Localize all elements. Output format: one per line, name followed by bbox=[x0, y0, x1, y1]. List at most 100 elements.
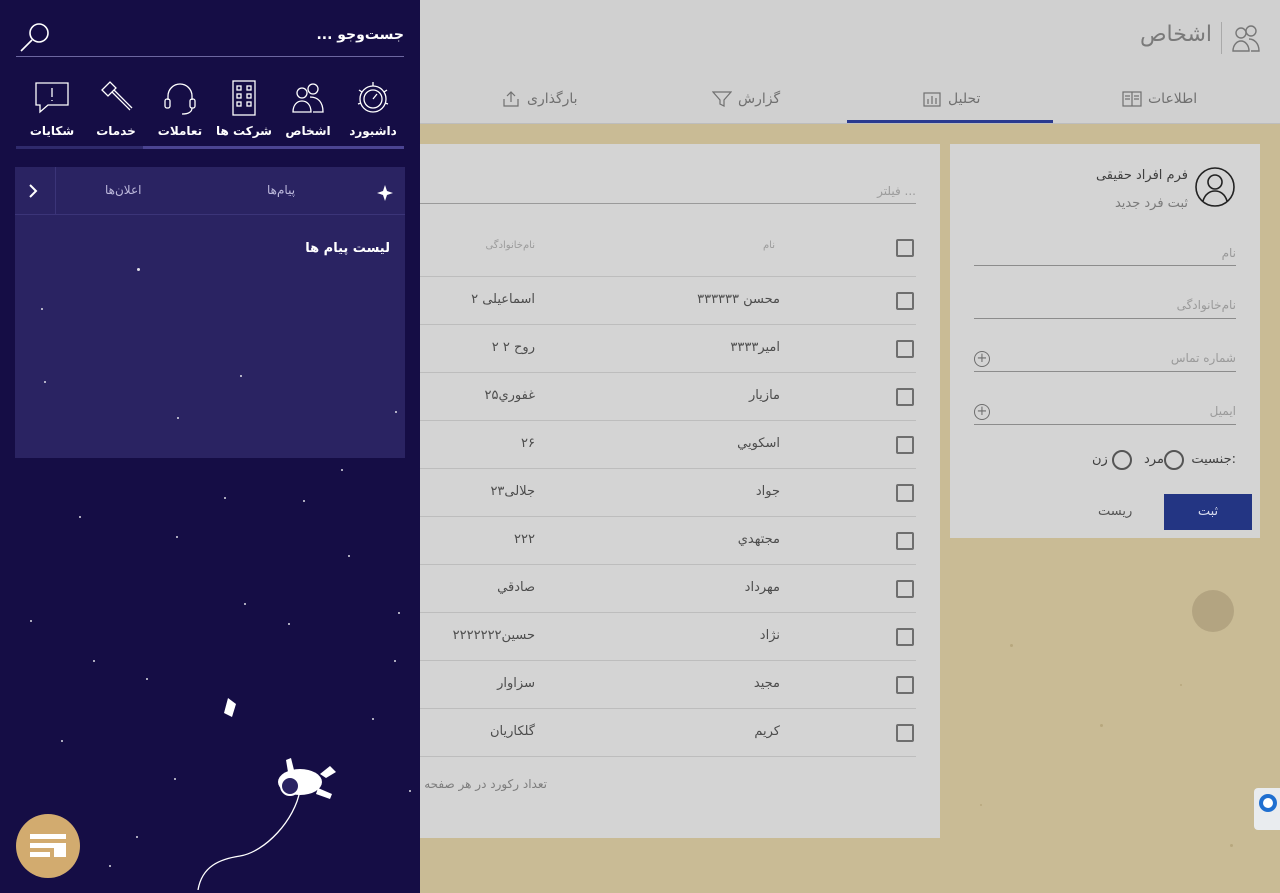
rows-per-page-label: تعداد رکورد در هر صفحه bbox=[424, 777, 547, 791]
star bbox=[394, 660, 396, 662]
phone-field[interactable]: شماره تماس bbox=[1171, 351, 1236, 365]
star bbox=[177, 417, 179, 419]
row-checkbox[interactable] bbox=[896, 436, 914, 454]
row-checkbox[interactable] bbox=[896, 388, 914, 406]
row-divider bbox=[420, 564, 916, 565]
decor-circle bbox=[1192, 590, 1234, 632]
add-phone-icon[interactable]: + bbox=[974, 351, 990, 367]
first-name-field[interactable]: نام bbox=[1222, 246, 1236, 260]
phone-underline bbox=[974, 371, 1236, 372]
star bbox=[240, 375, 242, 377]
cell-last-name: اسماعیلی ۲ bbox=[471, 292, 535, 307]
menu-nav-highlight bbox=[143, 146, 404, 149]
tab-report-label: گزارش bbox=[738, 91, 781, 107]
submit-button[interactable]: ثبت bbox=[1164, 494, 1252, 530]
column-header-first-name[interactable]: نام bbox=[763, 240, 775, 251]
star bbox=[109, 865, 111, 867]
form-title: فرم افراد حقیقی bbox=[1095, 168, 1188, 183]
star bbox=[176, 536, 178, 538]
teamviewer-icon[interactable] bbox=[1254, 788, 1280, 830]
add-email-icon[interactable]: + bbox=[974, 404, 990, 420]
form-subtitle: ثبت فرد جدید bbox=[1114, 196, 1188, 211]
menu-item-interactions-label: تعاملات bbox=[157, 124, 203, 138]
menu-item-services[interactable]: خدمات bbox=[85, 78, 147, 138]
column-header-last-name[interactable]: نام‌خانوادگی bbox=[485, 240, 535, 251]
row-checkbox[interactable] bbox=[896, 484, 914, 502]
row-divider bbox=[420, 324, 916, 325]
row-divider bbox=[420, 612, 916, 613]
menu-item-complaints[interactable]: شکایات bbox=[21, 78, 83, 138]
filter-input[interactable]: فیلتر ... bbox=[877, 184, 916, 198]
row-checkbox[interactable] bbox=[896, 676, 914, 694]
filter-underline bbox=[420, 203, 916, 204]
row-checkbox[interactable] bbox=[896, 724, 914, 742]
menu-item-companies[interactable]: شرکت ها bbox=[213, 78, 275, 138]
tab-report[interactable]: گزارش bbox=[712, 90, 780, 108]
active-tab-indicator bbox=[847, 120, 1053, 123]
star bbox=[244, 603, 246, 605]
tab-announcements[interactable]: اعلان‌ها bbox=[105, 183, 141, 197]
star bbox=[79, 516, 81, 518]
tab-analysis-label: تحلیل bbox=[948, 91, 981, 107]
row-checkbox[interactable] bbox=[896, 532, 914, 550]
menu-item-dashboard[interactable]: داشبورد bbox=[342, 78, 404, 138]
decor-speckle bbox=[980, 804, 982, 806]
gender-female-label: زن bbox=[1092, 452, 1108, 467]
gender-male-radio[interactable] bbox=[1164, 450, 1184, 470]
cell-last-name: حسین۲۲۲۲۲۲۲ bbox=[452, 628, 535, 643]
app-logo[interactable] bbox=[16, 814, 80, 878]
person-form-card: فرم افراد حقیقی ثبت فرد جدید نام نام‌خان… bbox=[950, 144, 1260, 538]
cell-first-name: کریم bbox=[754, 724, 780, 739]
chart-icon bbox=[923, 92, 941, 107]
messages-panel: اعلان‌ها پیام‌ها لیست پیام ها bbox=[15, 167, 405, 458]
menu-item-people[interactable]: اشخاص bbox=[277, 78, 339, 138]
chevron-right-icon[interactable] bbox=[23, 181, 43, 201]
menu-item-people-label: اشخاص bbox=[285, 124, 331, 138]
last-name-field[interactable]: نام‌خانوادگی bbox=[1177, 298, 1236, 312]
cell-first-name: مازیار bbox=[748, 388, 780, 403]
last-name-underline bbox=[974, 318, 1236, 319]
gender-female-radio[interactable] bbox=[1112, 450, 1132, 470]
row-checkbox[interactable] bbox=[896, 292, 914, 310]
people-icon bbox=[1232, 25, 1260, 52]
search-input[interactable]: جست‌وجو ... bbox=[316, 27, 404, 43]
menu-item-services-label: خدمات bbox=[96, 124, 136, 138]
cell-last-name: سزاوار bbox=[497, 676, 535, 691]
cell-first-name: اسکويي bbox=[737, 436, 780, 451]
tab-messages[interactable]: پیام‌ها bbox=[267, 183, 295, 197]
cell-last-name: جلالی۲۳ bbox=[490, 484, 535, 499]
row-divider bbox=[420, 756, 916, 757]
title-separator bbox=[1221, 22, 1222, 54]
tab-info[interactable]: اطلاعات bbox=[1122, 90, 1197, 108]
tab-analysis[interactable]: تحلیل bbox=[922, 90, 980, 108]
menu-item-interactions[interactable]: تعاملات bbox=[149, 78, 211, 138]
row-divider bbox=[420, 420, 916, 421]
tab-upload[interactable]: بارگذاری bbox=[501, 90, 578, 108]
gender-male-label: مرد bbox=[1144, 452, 1164, 467]
row-checkbox[interactable] bbox=[896, 580, 914, 598]
select-all-checkbox[interactable] bbox=[896, 239, 914, 257]
star bbox=[30, 620, 32, 622]
star bbox=[136, 836, 138, 838]
cell-last-name: صادقي bbox=[497, 580, 535, 595]
email-field[interactable]: ایمیل bbox=[1210, 404, 1236, 418]
star bbox=[41, 308, 43, 310]
messages-tabs: اعلان‌ها پیام‌ها bbox=[15, 167, 405, 215]
side-menu: جست‌وجو ... داشبورد اشخاص شرکت ها تعاملا… bbox=[0, 0, 420, 893]
star bbox=[409, 790, 411, 792]
cell-first-name: نژاد bbox=[759, 628, 780, 643]
first-name-underline bbox=[974, 265, 1236, 266]
reset-button[interactable]: ریست bbox=[1098, 504, 1132, 519]
menu-item-companies-label: شرکت ها bbox=[216, 124, 272, 138]
star bbox=[348, 555, 350, 557]
star bbox=[398, 612, 400, 614]
star bbox=[61, 740, 63, 742]
headset-icon bbox=[164, 83, 196, 115]
row-checkbox[interactable] bbox=[896, 628, 914, 646]
row-divider bbox=[420, 468, 916, 469]
search-icon[interactable] bbox=[18, 20, 52, 54]
building-icon bbox=[232, 80, 256, 116]
row-checkbox[interactable] bbox=[896, 340, 914, 358]
row-divider bbox=[420, 516, 916, 517]
app-logo-mark bbox=[30, 834, 66, 857]
